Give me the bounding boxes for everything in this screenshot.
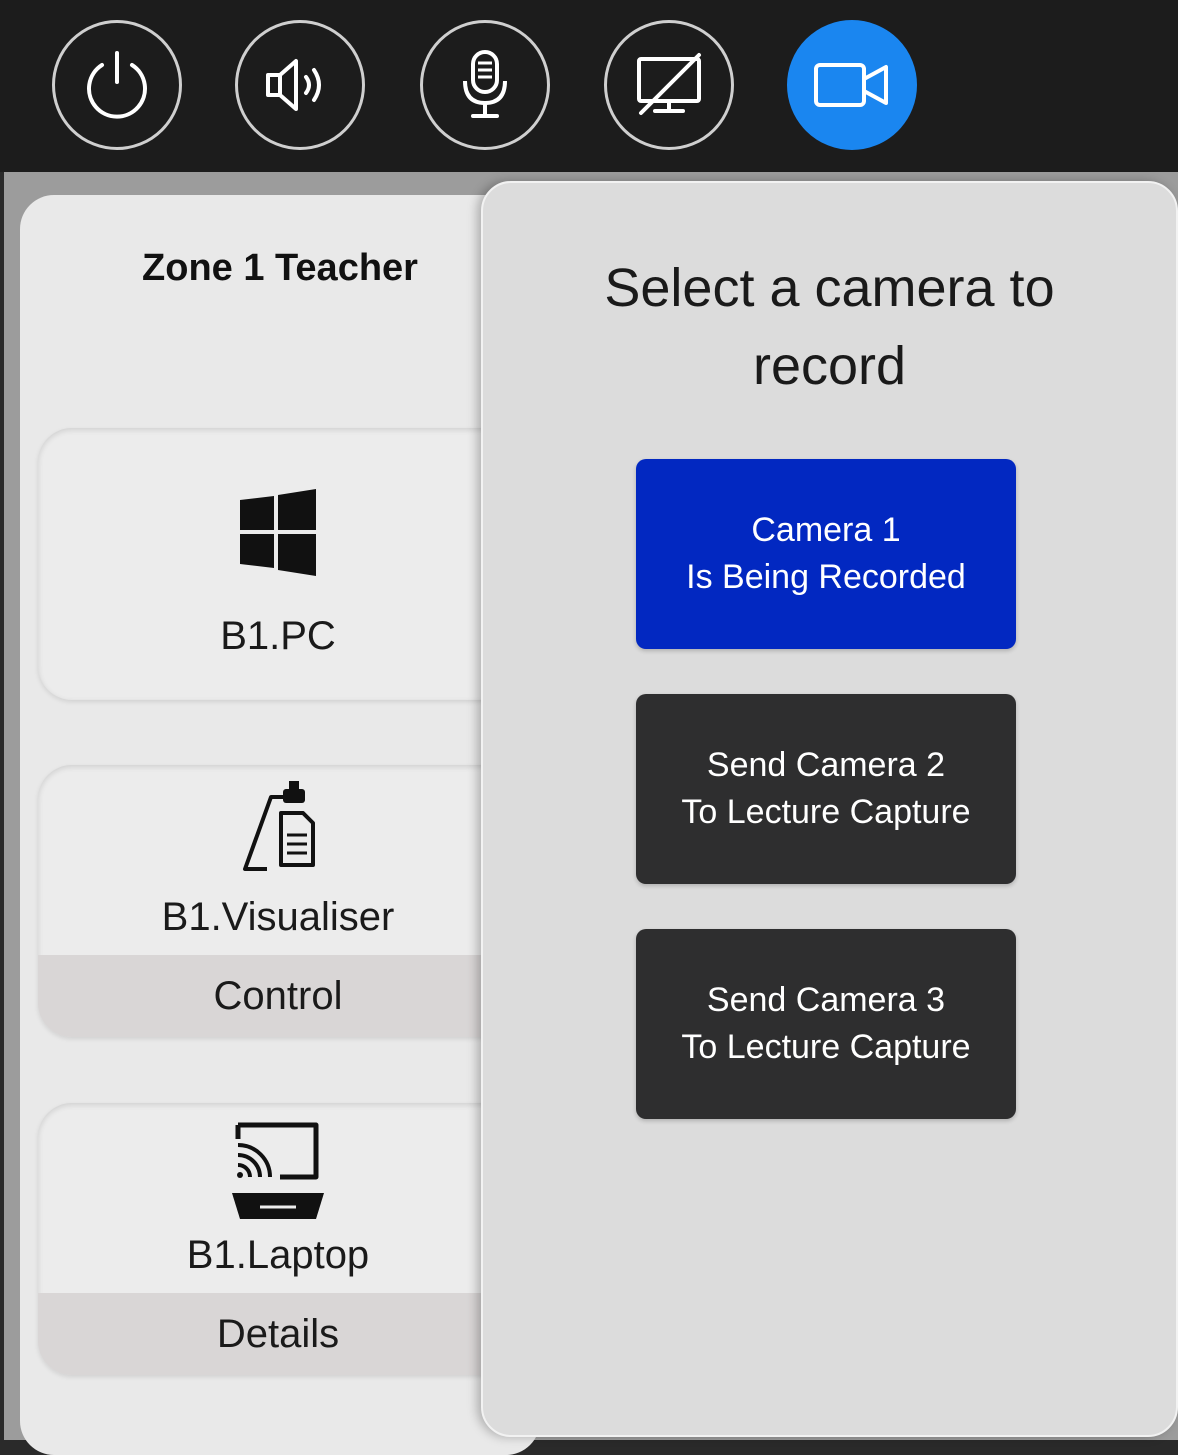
camera-icon bbox=[814, 63, 888, 107]
microphone-icon bbox=[463, 50, 507, 118]
details-button[interactable]: Details bbox=[38, 1293, 538, 1375]
source-card-pc[interactable]: B1.PC bbox=[38, 428, 538, 700]
camera-1-line2: Is Being Recorded bbox=[686, 558, 966, 596]
top-toolbar bbox=[0, 0, 1178, 172]
panel-title: Select a camera to record bbox=[483, 249, 1176, 405]
panel-title-line1: Select a camera to bbox=[604, 258, 1055, 318]
source-label-pc: B1.PC bbox=[220, 614, 336, 658]
source-label-visualiser: B1.Visualiser bbox=[161, 895, 395, 939]
camera-3-line2: To Lecture Capture bbox=[681, 1028, 971, 1066]
display-off-icon bbox=[637, 53, 701, 115]
camera-selection-panel: Select a camera to record Camera 1 Is Be… bbox=[481, 181, 1178, 1437]
camera-3-button[interactable]: Send Camera 3 To Lecture Capture bbox=[636, 929, 1016, 1119]
cast-laptop-icon bbox=[38, 1115, 518, 1227]
windows-icon bbox=[38, 486, 518, 580]
power-button[interactable] bbox=[52, 20, 182, 150]
display-button[interactable] bbox=[604, 20, 734, 150]
camera-button[interactable] bbox=[787, 20, 917, 150]
camera-1-line1: Camera 1 bbox=[751, 511, 901, 549]
volume-icon bbox=[266, 59, 321, 111]
panel-title-line2: record bbox=[752, 336, 907, 396]
power-icon bbox=[87, 51, 147, 119]
volume-button[interactable] bbox=[235, 20, 365, 150]
microphone-button[interactable] bbox=[420, 20, 550, 150]
main-area: Zone 1 Teacher B1.PC B1.Visualiser Contr… bbox=[4, 172, 1178, 1455]
camera-1-button[interactable]: Camera 1 Is Being Recorded bbox=[636, 459, 1016, 649]
zone-title: Zone 1 Teacher bbox=[142, 247, 418, 289]
source-panel: Zone 1 Teacher B1.PC B1.Visualiser Contr… bbox=[20, 195, 540, 1455]
camera-2-line1: Send Camera 2 bbox=[706, 746, 946, 784]
control-button[interactable]: Control bbox=[38, 955, 538, 1037]
source-card-visualiser[interactable]: B1.Visualiser Control bbox=[38, 765, 538, 1037]
visualiser-icon bbox=[38, 779, 518, 879]
camera-2-button[interactable]: Send Camera 2 To Lecture Capture bbox=[636, 694, 1016, 884]
source-label-laptop: B1.Laptop bbox=[186, 1233, 370, 1277]
camera-3-line1: Send Camera 3 bbox=[706, 981, 946, 1019]
camera-2-line2: To Lecture Capture bbox=[681, 793, 971, 831]
source-card-laptop[interactable]: B1.Laptop Details bbox=[38, 1103, 538, 1375]
